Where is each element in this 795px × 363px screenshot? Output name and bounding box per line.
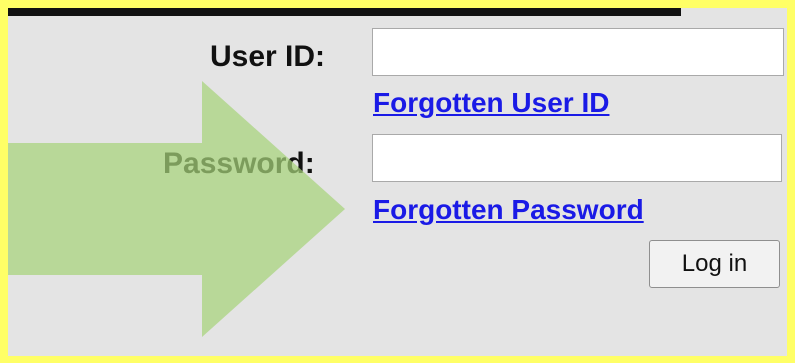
login-panel: User ID: Forgotten User ID Password: For… [8, 8, 787, 356]
top-divider-bar [8, 8, 681, 16]
password-input[interactable] [372, 134, 782, 182]
forgotten-user-id-link[interactable]: Forgotten User ID [373, 87, 609, 119]
user-id-label: User ID: [210, 40, 326, 73]
login-button[interactable]: Log in [649, 240, 780, 288]
forgotten-password-link[interactable]: Forgotten Password [373, 194, 644, 226]
password-label: Password: [163, 147, 315, 180]
user-id-input[interactable] [372, 28, 784, 76]
right-arrow-icon [8, 81, 345, 337]
